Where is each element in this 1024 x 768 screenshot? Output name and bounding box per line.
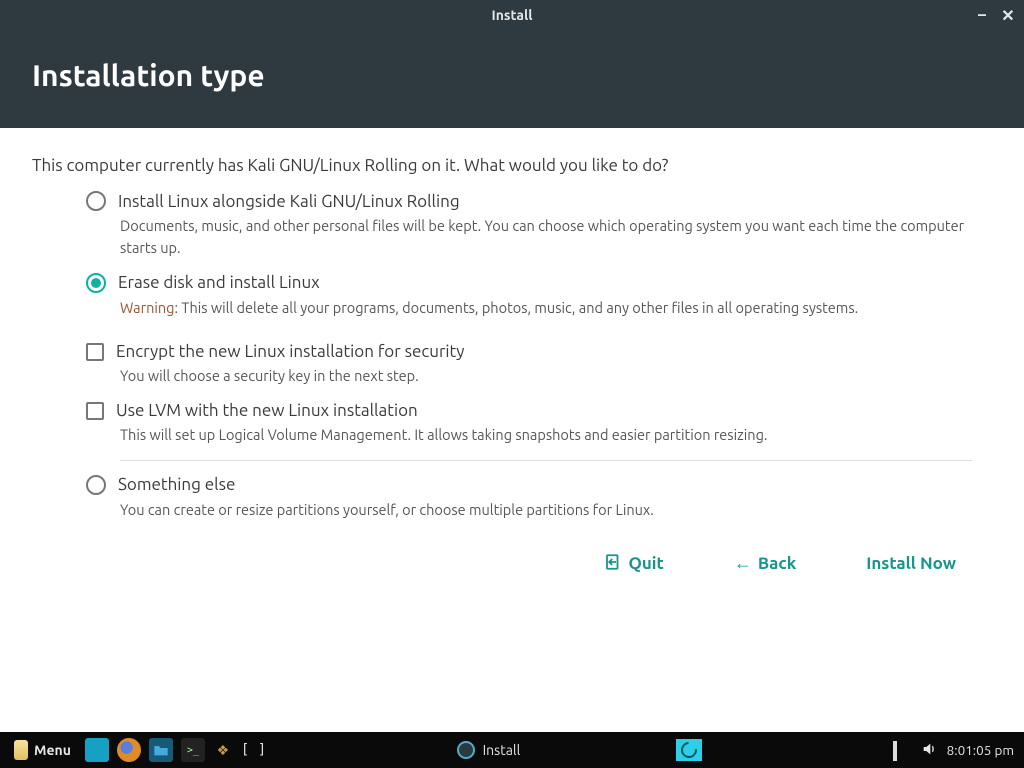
workspace-switcher[interactable]: [ ]	[241, 742, 266, 758]
launcher-icon[interactable]: ❖	[213, 738, 233, 762]
radio-something-else[interactable]	[86, 475, 106, 495]
warning-text: This will delete all your programs, docu…	[178, 299, 858, 316]
quit-icon	[604, 553, 622, 575]
terminal-icon[interactable]: >_	[181, 738, 205, 762]
taskbar-center: Install	[266, 736, 892, 764]
option-label: Install Linux alongside Kali GNU/Linux R…	[118, 192, 460, 211]
taskbar: Menu >_ ❖ [ ] Install 8:01:05 pm	[0, 732, 1024, 768]
page-header: Installation type	[0, 30, 1024, 128]
close-button[interactable]: ✕	[1000, 7, 1016, 23]
firefox-icon[interactable]	[117, 738, 141, 762]
page-title: Installation type	[32, 58, 992, 92]
installer-window: Install – ✕ Installation type This compu…	[0, 0, 1024, 732]
task-label: Install	[483, 742, 521, 758]
option-label: Erase disk and install Linux	[118, 273, 320, 292]
warning-label: Warning:	[120, 299, 178, 316]
back-button[interactable]: ← Back	[734, 553, 796, 575]
back-arrow-icon: ←	[734, 553, 752, 574]
mint-logo-icon	[14, 740, 28, 760]
clock[interactable]: 8:01:05 pm	[947, 742, 1014, 758]
minimize-button[interactable]: –	[974, 7, 990, 23]
checkbox-encrypt[interactable]	[86, 343, 104, 361]
active-task-icon	[676, 739, 702, 761]
quit-button[interactable]: Quit	[604, 553, 663, 575]
quit-label: Quit	[628, 554, 663, 573]
divider	[120, 460, 972, 461]
display-tray-icon[interactable]	[893, 743, 911, 757]
option-erase-disk[interactable]: Erase disk and install Linux Warning: Th…	[86, 273, 972, 319]
option-label: Use LVM with the new Linux installation	[116, 401, 418, 420]
content-area: This computer currently has Kali GNU/Lin…	[0, 128, 1024, 732]
radio-erase[interactable]	[86, 273, 106, 293]
option-label: Something else	[118, 475, 235, 494]
install-label: Install Now	[866, 554, 956, 573]
file-manager-icon[interactable]	[149, 738, 173, 762]
option-lvm[interactable]: Use LVM with the new Linux installation …	[86, 401, 972, 446]
taskbar-left: Menu >_ ❖ [ ]	[0, 738, 266, 762]
start-menu-button[interactable]: Menu	[8, 738, 77, 762]
option-label: Encrypt the new Linux installation for s…	[116, 342, 464, 361]
option-desc: You will choose a security key in the ne…	[120, 365, 972, 387]
radio-alongside[interactable]	[86, 191, 106, 211]
volume-tray-icon[interactable]	[921, 741, 937, 760]
taskbar-right: 8:01:05 pm	[893, 741, 1024, 760]
install-task-icon	[457, 741, 475, 759]
option-desc: This will set up Logical Volume Manageme…	[120, 424, 972, 446]
button-row: Quit ← Back Install Now	[32, 535, 992, 575]
show-desktop-icon[interactable]	[85, 738, 109, 762]
taskbar-task-install[interactable]: Install	[447, 736, 531, 764]
option-desc: Warning: This will delete all your progr…	[120, 297, 972, 319]
menu-label: Menu	[34, 742, 71, 758]
option-install-alongside[interactable]: Install Linux alongside Kali GNU/Linux R…	[86, 191, 972, 259]
checkbox-lvm[interactable]	[86, 402, 104, 420]
option-encrypt[interactable]: Encrypt the new Linux installation for s…	[86, 342, 972, 387]
window-title: Install	[492, 7, 533, 23]
option-something-else[interactable]: Something else You can create or resize …	[86, 475, 972, 521]
titlebar[interactable]: Install – ✕	[0, 0, 1024, 30]
taskbar-task-active[interactable]	[666, 736, 712, 764]
options-group: Install Linux alongside Kali GNU/Linux R…	[32, 191, 992, 535]
option-desc: You can create or resize partitions your…	[120, 499, 972, 521]
option-desc: Documents, music, and other personal fil…	[120, 215, 972, 259]
install-now-button[interactable]: Install Now	[866, 553, 956, 575]
window-controls: – ✕	[974, 0, 1016, 30]
intro-text: This computer currently has Kali GNU/Lin…	[32, 156, 992, 175]
back-label: Back	[758, 554, 796, 573]
